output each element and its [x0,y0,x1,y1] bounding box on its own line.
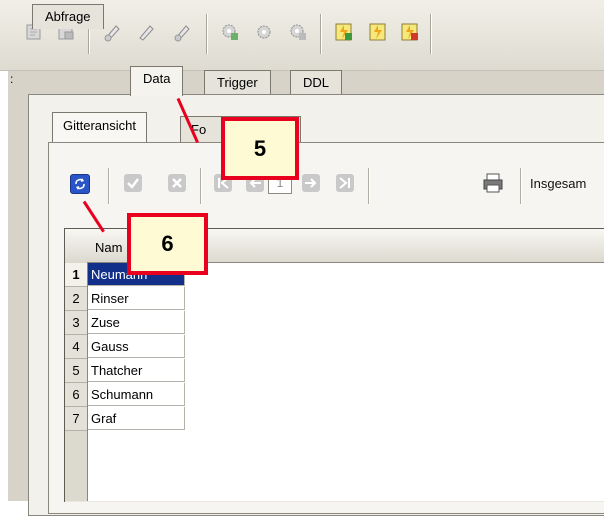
nav-separator [368,168,370,204]
table-row[interactable]: 2 Rinser [65,287,186,311]
cancel-icon[interactable] [168,174,186,192]
callout-6: 6 [127,213,208,275]
name-cell[interactable]: Rinser [88,287,185,310]
tab-abfrage[interactable]: Abfrage [32,4,104,29]
tab-ddl[interactable]: DDL [290,70,343,95]
column-header-name[interactable]: Nam [95,240,122,255]
gear-icon[interactable] [254,22,274,42]
toolbar-separator [430,14,432,54]
tab-data[interactable]: Data [130,66,184,96]
pencil-remove-icon[interactable] [172,22,192,42]
left-edge [0,71,8,501]
row-number[interactable]: 4 [65,335,87,359]
total-records-label: Insgesam [530,176,587,191]
name-cell[interactable]: Gauss [88,335,185,358]
row-number[interactable]: 6 [65,383,87,407]
gear-remove-icon[interactable] [288,22,308,42]
trigger-remove-icon[interactable] [400,22,420,42]
name-cell[interactable]: Thatcher [88,359,185,382]
next-record-icon[interactable] [302,174,320,192]
name-cell[interactable]: Schumann [88,383,185,406]
pencil-add-icon[interactable] [102,22,122,42]
table-row[interactable]: 6 Schumann [65,383,186,407]
row-number[interactable]: 3 [65,311,87,335]
refresh-icon[interactable] [70,174,90,194]
nav-separator [520,168,522,204]
nav-separator [108,168,110,204]
toolbar-separator [206,14,208,54]
confirm-icon[interactable] [124,174,142,192]
trigger-icon[interactable] [368,22,388,42]
table-row[interactable]: 3 Zuse [65,311,186,335]
gear-add-icon[interactable] [220,22,240,42]
left-mark: : [10,72,14,86]
print-button[interactable] [482,172,504,194]
nav-separator [200,168,202,204]
table-row[interactable]: 7 Graf [65,407,186,431]
row-number[interactable]: 7 [65,407,87,431]
callout-5: 5 [221,117,299,180]
toolbar-separator [320,14,322,54]
tab-gitteransicht[interactable]: Gitteransicht [52,112,147,143]
last-record-icon[interactable] [336,174,354,192]
pencil-icon[interactable] [136,22,156,42]
trigger-add-icon[interactable] [334,22,354,42]
table-row[interactable]: 4 Gauss [65,335,186,359]
row-number[interactable]: 5 [65,359,87,383]
name-cell[interactable]: Zuse [88,311,185,334]
tab-trigger[interactable]: Trigger [204,70,271,95]
row-number[interactable]: 1 [65,263,87,287]
table-row[interactable]: 5 Thatcher [65,359,186,383]
name-cell[interactable]: Graf [88,407,185,430]
row-number[interactable]: 2 [65,287,87,311]
